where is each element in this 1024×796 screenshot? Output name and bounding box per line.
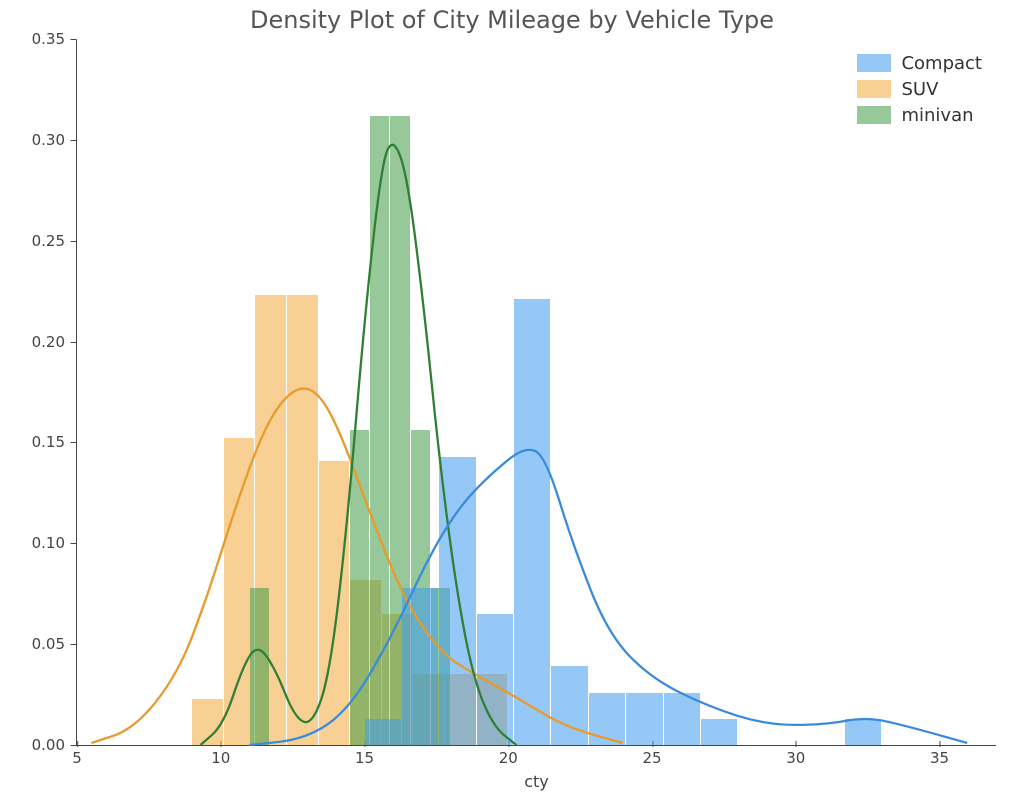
kde-curve-compact [249,450,967,745]
x-tick: 5 [72,749,82,767]
y-tick: 0.10 [32,534,65,552]
y-tick: 0.35 [32,30,65,48]
legend-swatch-suv [857,80,891,98]
kde-curve-suv [91,388,622,743]
legend-swatch-minivan [857,106,891,124]
legend-label-compact: Compact [901,53,982,74]
y-tick: 0.20 [32,333,65,351]
chart-title: Density Plot of City Mileage by Vehicle … [0,6,1024,34]
kde-curve-minivan [200,145,516,745]
figure: Density Plot of City Mileage by Vehicle … [0,0,1024,796]
y-tick: 0.30 [32,131,65,149]
legend-swatch-compact [857,54,891,72]
x-tick: 35 [930,749,949,767]
y-tick: 0.00 [32,736,65,754]
kde-layer [77,40,996,745]
legend: Compact SUV minivan [857,50,982,128]
legend-item-minivan: minivan [857,102,982,128]
y-tick: 0.15 [32,433,65,451]
y-tick: 0.05 [32,635,65,653]
x-tick: 15 [355,749,374,767]
y-tick: 0.25 [32,232,65,250]
x-tick: 10 [211,749,230,767]
x-tick: 20 [499,749,518,767]
legend-item-suv: SUV [857,76,982,102]
x-axis-label: cty [77,772,996,791]
axes: 0.000.050.100.150.200.250.300.35 5101520… [76,40,996,746]
legend-label-suv: SUV [901,79,938,100]
legend-label-minivan: minivan [901,105,973,126]
legend-item-compact: Compact [857,50,982,76]
x-tick: 30 [786,749,805,767]
x-tick: 25 [642,749,661,767]
